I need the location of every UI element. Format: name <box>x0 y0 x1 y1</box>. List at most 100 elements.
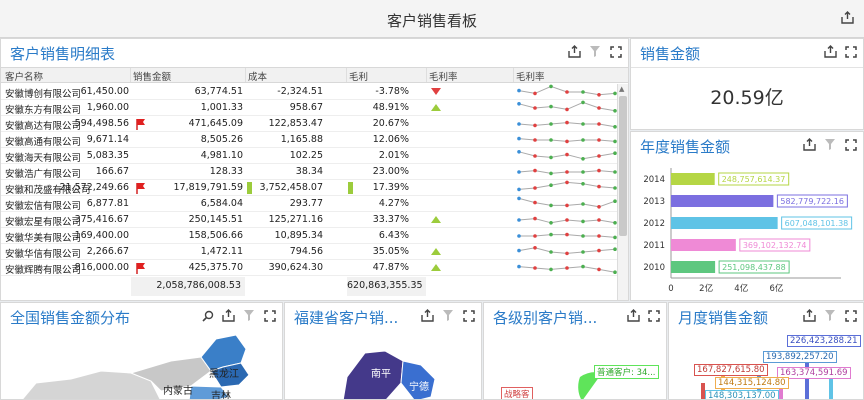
filter-icon[interactable] <box>824 138 837 151</box>
flag-icon <box>136 183 145 194</box>
margin-rate-cell: 4.27% <box>378 198 409 209</box>
filter-icon[interactable] <box>243 309 256 322</box>
flag-icon <box>136 119 145 130</box>
table-scrollbar[interactable]: ▲ ▼ <box>617 84 628 300</box>
page-header: 客户销售看板 <box>0 0 864 38</box>
data-label: 251,098,437.88 <box>722 263 786 272</box>
cost-cell: 6,584.04 <box>200 198 243 209</box>
margin-sparkline <box>517 264 617 274</box>
panel-tools <box>803 138 857 151</box>
flag-icon <box>136 263 145 274</box>
table-row[interactable]: 安徽和茂盛有限公司 21,572,249.66 17,819,791.59 3,752… <box>1 180 617 196</box>
bar-2012[interactable] <box>671 217 778 229</box>
annual-bar-chart: 2014 248,757,614.37 2013 582,779,722.16 2012… <box>643 168 853 294</box>
bar-2014[interactable] <box>671 173 715 185</box>
margin-rate-cell: 33.37% <box>372 214 409 225</box>
customer-name-cell: 安徽华信有限公司 <box>5 249 82 260</box>
monthly-label-1: 193,892,257.20 <box>763 351 837 363</box>
category-label: 2013 <box>643 197 665 207</box>
margin-sparkline <box>517 196 617 209</box>
table-row[interactable]: 安徽海天有限公司 5,083.35 4,981.10 102.25 2.01% <box>1 148 617 164</box>
export-icon[interactable] <box>222 309 235 322</box>
zoom-icon[interactable] <box>202 310 214 322</box>
table-row[interactable]: 安徽华信有限公司 2,266.67 1,472.11 794.56 35.05% <box>1 244 617 260</box>
x-tick-label: 6亿 <box>769 283 783 294</box>
table-body: 安徽博创有限公司 61,450.00 63,774.51 -2,324.51 -3.78… <box>1 84 628 300</box>
sales-cell: 6,877.81 <box>86 198 129 209</box>
monthly-label-4: 144,315,124.80 <box>715 377 789 389</box>
profit-cell: 958.67 <box>289 102 323 113</box>
column-header-sales[interactable]: 销售金额 <box>133 69 171 83</box>
panel-tools <box>627 309 660 322</box>
customer-name-cell: 安徽宏星有限公司 <box>5 217 82 228</box>
kpi-value: 20.59亿 <box>710 87 784 109</box>
x-tick-label: 4亿 <box>734 283 748 294</box>
table-footer: 2,058,786,008.53 620,863,355.35 <box>1 277 628 297</box>
export-icon[interactable] <box>568 45 581 58</box>
fullscreen-icon[interactable] <box>845 45 857 58</box>
category-label: 2010 <box>643 263 665 273</box>
sales-cell: 166.67 <box>95 166 129 177</box>
table-row[interactable]: 安徽博创有限公司 61,450.00 63,774.51 -2,324.51 -3.78… <box>1 84 617 100</box>
export-icon[interactable] <box>421 309 434 322</box>
cost-cell: 17,819,791.59 <box>173 182 243 193</box>
column-header-rate-trend[interactable]: 毛利率 <box>516 69 545 83</box>
bar-2013[interactable] <box>671 195 774 207</box>
fullscreen-icon[interactable] <box>463 309 475 322</box>
margin-sparkline <box>517 136 617 144</box>
china-map[interactable] <box>1 331 283 400</box>
table-row[interactable]: 安徽辉腾有限公司 816,000.00 425,375.70 390,624.30 47… <box>1 260 617 276</box>
map-label-nanping: 南平 <box>371 369 391 380</box>
filter-icon[interactable] <box>589 45 602 58</box>
fullscreen-icon[interactable] <box>264 309 276 322</box>
table-row[interactable]: 安徽浩广有限公司 166.67 128.33 38.34 23.00% <box>1 164 617 180</box>
fullscreen-icon[interactable] <box>845 309 857 322</box>
sales-cell: 594,498.56 <box>74 118 129 129</box>
export-icon[interactable] <box>803 138 816 151</box>
sales-cell: 21,572,249.66 <box>59 182 129 193</box>
customer-name-cell: 安徽高通有限公司 <box>5 137 82 148</box>
filter-icon[interactable] <box>824 309 837 322</box>
table-row[interactable]: 安徽高通有限公司 9,671.14 8,505.26 1,165.88 12.06% <box>1 132 617 148</box>
profit-cell: 38.34 <box>295 166 323 177</box>
profit-cell: 102.25 <box>289 150 323 161</box>
column-header-profit[interactable]: 毛利 <box>349 69 368 83</box>
map-label-heilongjiang: 黑龙江 <box>209 369 239 380</box>
fullscreen-icon[interactable] <box>845 138 857 151</box>
bar-2010[interactable] <box>671 261 716 273</box>
export-icon[interactable] <box>803 309 816 322</box>
map-label-inner-mongolia: 内蒙古 <box>163 386 193 397</box>
table-row[interactable]: 安徽宏信有限公司 6,877.81 6,584.04 293.77 4.27% <box>1 196 617 212</box>
filter-icon[interactable] <box>442 309 455 322</box>
column-header-name[interactable]: 客户名称 <box>5 69 43 83</box>
export-icon[interactable] <box>627 309 640 322</box>
category-label: 2011 <box>643 241 665 251</box>
fullscreen-icon[interactable] <box>610 45 622 58</box>
export-icon[interactable] <box>841 11 854 24</box>
sales-cell: 169,400.00 <box>74 230 129 241</box>
column-header-cost[interactable]: 成本 <box>248 69 267 83</box>
column-header-rate[interactable]: 毛利率 <box>429 69 458 83</box>
export-icon[interactable] <box>824 45 837 58</box>
page-title: 客户销售看板 <box>386 12 477 30</box>
cost-cell: 4,981.10 <box>200 150 243 161</box>
profit-cell: 794.56 <box>289 246 323 257</box>
fullscreen-icon[interactable] <box>648 309 660 322</box>
margin-sparkline <box>517 216 617 225</box>
customer-name-cell: 安徽海天有限公司 <box>5 153 82 164</box>
fujian-map-panel: 福建省客户销... 南平 宁德 <box>284 302 482 400</box>
table-row[interactable]: 安徽高达有限公司 594,498.56 471,645.09 122,853.47 20… <box>1 116 617 132</box>
scrollbar-thumb[interactable] <box>619 96 627 236</box>
panel-title: 全国销售金额分布 <box>10 309 131 327</box>
table-row[interactable]: 安徽宏星有限公司 375,416.67 250,145.51 125,271.16 33… <box>1 212 617 228</box>
monthly-label-5: 148,303,137.00 <box>705 390 779 399</box>
table-row[interactable]: 安徽东方有限公司 1,960.00 1,001.33 958.67 48.91% <box>1 100 617 116</box>
monthly-sales-panel: 月度销售金额 226,423,288.21 193,892,257.20 167… <box>668 302 864 400</box>
bar-2011[interactable] <box>671 239 736 251</box>
table-row[interactable]: 安徽华美有限公司 169,400.00 158,506.66 10,895.34 6.4… <box>1 228 617 244</box>
margin-rate-cell: 12.06% <box>372 134 409 145</box>
cost-cell: 1,472.11 <box>200 246 243 257</box>
margin-rate-cell: 48.91% <box>372 102 409 113</box>
total-sales: 2,058,786,008.53 <box>131 277 245 296</box>
monthly-label-2: 167,827,615.80 <box>694 364 768 376</box>
